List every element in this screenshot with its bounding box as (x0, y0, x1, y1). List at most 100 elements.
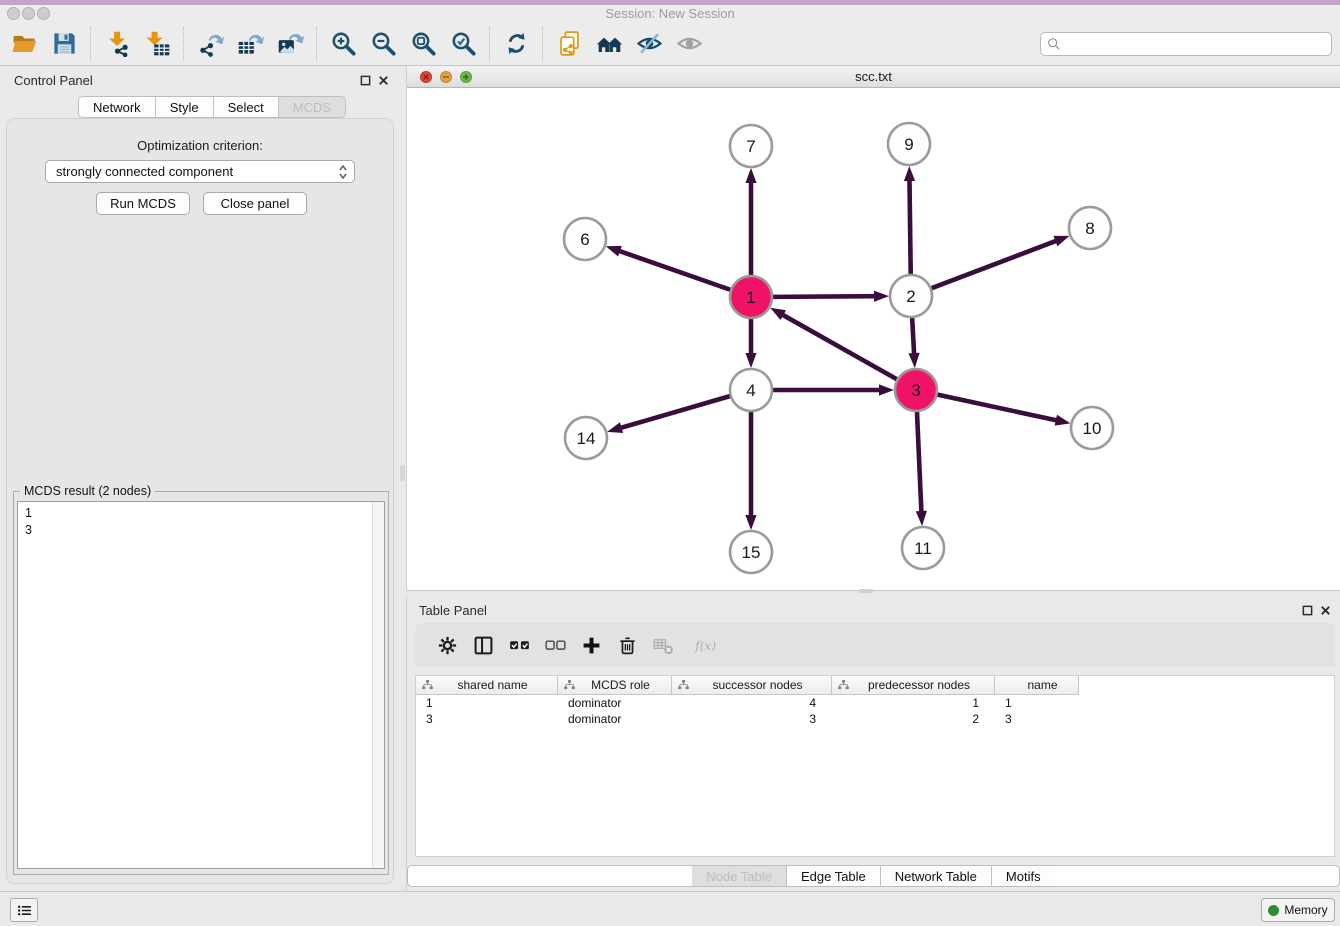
table-panel-title: Table Panel (419, 603, 487, 618)
zoom-fit-icon (410, 30, 437, 57)
result-scrollbar[interactable] (372, 502, 384, 868)
zoom-selected-button[interactable] (443, 24, 483, 64)
zoom-in-icon (330, 30, 357, 57)
column-label: shared name (434, 678, 557, 692)
table-row[interactable]: 1dominator411 (416, 695, 1334, 711)
open-session-button[interactable] (4, 24, 44, 64)
delete-column-button[interactable] (609, 627, 645, 663)
orgchart-icon (837, 679, 850, 691)
svg-text:11: 11 (914, 539, 932, 558)
network-window-titlebar: scc.txt (407, 66, 1340, 88)
node-3[interactable]: 3 (895, 369, 937, 411)
canvas-splitter-handle[interactable] (859, 589, 873, 593)
export-image-icon (277, 30, 304, 57)
column-header-shared-name[interactable]: shared name (416, 676, 558, 695)
mcds-result-group: MCDS result (2 nodes) 1 3 (13, 491, 389, 875)
delete-column-icon (616, 634, 639, 657)
delete-table-button[interactable] (645, 627, 681, 663)
home-layout-icon (596, 30, 623, 57)
select-all-columns-button[interactable] (501, 627, 537, 663)
node-11[interactable]: 11 (902, 527, 944, 569)
table-tab-network-table[interactable]: Network Table (880, 866, 991, 886)
column-header-name[interactable]: name (995, 676, 1079, 695)
table-panel-close-button[interactable] (1319, 604, 1332, 617)
cell-name: 1 (995, 695, 1079, 711)
node-2[interactable]: 2 (890, 275, 932, 317)
task-history-button[interactable] (10, 898, 38, 922)
memory-button[interactable]: Memory (1261, 898, 1335, 922)
mcds-result-area[interactable]: 1 3 (17, 501, 385, 869)
column-header-successor-nodes[interactable]: successor nodes (672, 676, 832, 695)
search-field[interactable] (1040, 32, 1332, 56)
node-10[interactable]: 10 (1071, 407, 1113, 449)
table-tab-edge-table[interactable]: Edge Table (786, 866, 880, 886)
toolbar-separator (90, 27, 91, 61)
node-9[interactable]: 9 (888, 123, 930, 165)
search-input[interactable] (1061, 34, 1331, 54)
clone-network-button[interactable] (549, 24, 589, 64)
select-all-columns-icon (508, 634, 531, 657)
function-builder-icon (693, 634, 716, 657)
column-label: MCDS role (576, 678, 671, 692)
show-graphics-details-button[interactable] (669, 24, 709, 64)
zoom-fit-button[interactable] (403, 24, 443, 64)
window-title: Session: New Session (0, 6, 1340, 21)
float-icon (360, 75, 371, 86)
table-settings-button[interactable] (429, 627, 465, 663)
float-icon (1302, 605, 1313, 616)
import-table-icon (144, 30, 171, 57)
toggle-panel-mode-button[interactable] (465, 627, 501, 663)
function-builder-button[interactable] (681, 627, 727, 663)
import-table-button[interactable] (137, 24, 177, 64)
close-panel-button[interactable]: Close panel (203, 192, 307, 215)
node-8[interactable]: 8 (1069, 207, 1111, 249)
node-4[interactable]: 4 (730, 369, 772, 411)
cell-mcds-role: dominator (558, 711, 672, 727)
add-column-button[interactable] (573, 627, 609, 663)
home-layout-button[interactable] (589, 24, 629, 64)
hide-graphics-details-button[interactable] (629, 24, 669, 64)
node-1[interactable]: 1 (730, 276, 772, 318)
panel-splitter-handle[interactable] (400, 465, 405, 481)
edge-2-3 (908, 318, 919, 368)
table-tab-node-table[interactable]: Node Table (692, 866, 786, 886)
clone-network-icon (556, 30, 583, 57)
zoom-in-button[interactable] (323, 24, 363, 64)
network-canvas[interactable]: 1 2 3 4 6 7 8 9 10 11 14 15 (407, 88, 1340, 591)
node-6[interactable]: 6 (564, 218, 606, 260)
control-tab-mcds[interactable]: MCDS (278, 97, 345, 117)
network-view-window: scc.txt 1 2 3 4 6 7 8 9 10 11 14 15 (406, 66, 1340, 591)
control-tab-select[interactable]: Select (213, 97, 278, 117)
zoom-out-button[interactable] (363, 24, 403, 64)
refresh-layout-icon (503, 30, 530, 57)
save-session-button[interactable] (44, 24, 84, 64)
table-body: 1dominator4113dominator323 (416, 695, 1334, 727)
import-network-button[interactable] (97, 24, 137, 64)
column-header-mcds-role[interactable]: MCDS role (558, 676, 672, 695)
toolbar-separator (489, 27, 490, 61)
refresh-layout-button[interactable] (496, 24, 536, 64)
column-header-predecessor-nodes[interactable]: predecessor nodes (832, 676, 995, 695)
criterion-select[interactable]: strongly connected component (45, 160, 355, 183)
run-mcds-button[interactable]: Run MCDS (96, 192, 190, 215)
control-tab-style[interactable]: Style (155, 97, 213, 117)
edge-4-15 (745, 412, 756, 530)
memory-status-icon (1268, 905, 1279, 916)
mcds-result-title: MCDS result (2 nodes) (20, 484, 155, 498)
control-panel-close-button[interactable] (377, 74, 390, 87)
unselect-all-columns-button[interactable] (537, 627, 573, 663)
table-panel-float-button[interactable] (1301, 604, 1314, 617)
control-panel-float-button[interactable] (359, 74, 372, 87)
table-row[interactable]: 3dominator323 (416, 711, 1334, 727)
export-image-button[interactable] (270, 24, 310, 64)
table-tab-motifs[interactable]: Motifs (991, 866, 1055, 886)
delete-table-icon (652, 634, 675, 657)
export-table-button[interactable] (230, 24, 270, 64)
control-tab-network[interactable]: Network (79, 97, 155, 117)
node-7[interactable]: 7 (730, 125, 772, 167)
export-network-button[interactable] (190, 24, 230, 64)
node-15[interactable]: 15 (730, 531, 772, 573)
node-14[interactable]: 14 (565, 417, 607, 459)
svg-text:8: 8 (1085, 219, 1094, 238)
edge-3-1 (770, 308, 897, 379)
